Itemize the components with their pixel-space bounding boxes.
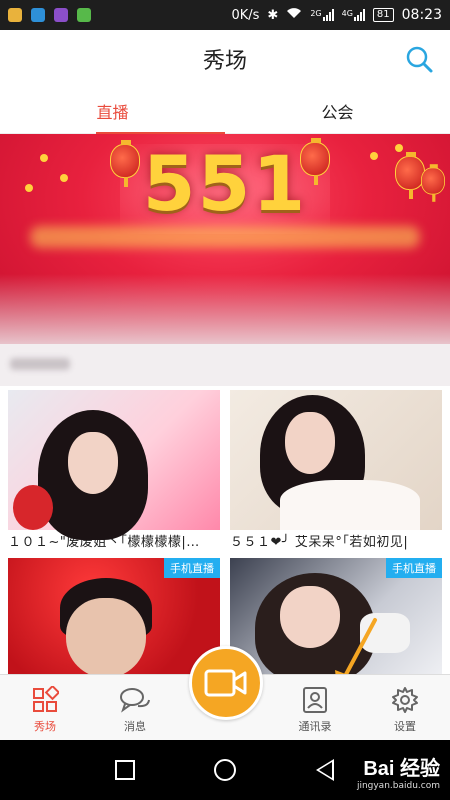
live-room-card[interactable]: １０１~"废废姐丶｢檬檬檬檬|… — [8, 390, 220, 556]
nav-label: 设置 — [394, 720, 416, 733]
nav-item-showroom[interactable]: 秀场 — [0, 675, 90, 740]
home-button[interactable] — [214, 759, 236, 781]
section-title-blurred — [10, 358, 70, 370]
room-title: ５５１❤╯ 艾呆呆°｢若如初见| — [230, 530, 442, 556]
title-bar: 秀场 — [0, 30, 450, 88]
tab-label: 直播 — [96, 102, 129, 122]
watermark-logo: Bai 经验 — [363, 758, 440, 780]
room-thumbnail — [8, 390, 220, 540]
live-room-card[interactable]: ５５１❤╯ 艾呆呆°｢若如初见| — [230, 390, 442, 556]
bluetooth-icon: ✱ — [267, 7, 279, 23]
tab-live[interactable]: 直播 — [0, 88, 225, 134]
clock: 08:23 — [401, 7, 442, 23]
nav-item-messages[interactable]: 消息 — [90, 675, 180, 740]
banner-headline: 551 — [142, 139, 308, 228]
tab-guild[interactable]: 公会 — [225, 88, 450, 133]
promo-banner[interactable]: 551 — [0, 134, 450, 344]
search-icon — [406, 46, 433, 73]
chat-bubbles-icon — [120, 688, 150, 713]
tab-label: 公会 — [321, 102, 354, 122]
start-live-button[interactable] — [189, 646, 263, 720]
recents-button[interactable] — [115, 760, 135, 780]
nav-label: 秀场 — [34, 720, 56, 733]
signal-4g: 4G — [342, 9, 365, 21]
watermark: Bai 经验 jingyan.baidu.com — [357, 752, 440, 791]
banner-subtitle-blurred — [30, 226, 420, 248]
mobile-live-badge: 手机直播 — [386, 558, 442, 578]
app-notification-icon — [31, 8, 45, 22]
room-thumbnail: 手机直播 — [8, 558, 220, 674]
wifi-icon — [286, 7, 302, 23]
section-header — [0, 344, 450, 386]
app-notification-icon — [54, 8, 68, 22]
nav-label: 通讯录 — [298, 720, 332, 733]
banner-fade — [0, 274, 450, 344]
nav-item-settings[interactable]: 设置 — [360, 675, 450, 740]
contact-card-icon — [303, 687, 327, 713]
nav-label: 消息 — [124, 720, 146, 733]
watermark-url: jingyan.baidu.com — [356, 781, 440, 791]
mobile-live-badge: 手机直播 — [164, 558, 220, 578]
back-button[interactable] — [316, 759, 334, 781]
app-notification-icon — [77, 8, 91, 22]
network-speed: 0K/s — [231, 7, 260, 23]
network-label: 2G — [310, 9, 322, 18]
search-button[interactable] — [404, 44, 434, 74]
page-title: 秀场 — [202, 49, 247, 74]
room-thumbnail — [230, 390, 442, 530]
gear-icon — [392, 687, 418, 713]
battery-icon: 81 — [372, 8, 394, 22]
app-notification-icon — [8, 8, 22, 22]
grid-diamond-icon — [33, 686, 59, 712]
signal-icon — [322, 9, 334, 21]
notification-icons — [8, 8, 91, 22]
network-label: 4G — [341, 9, 353, 18]
live-room-card[interactable]: 手机直播 — [8, 558, 220, 674]
nav-item-contacts[interactable]: 通讯录 — [270, 675, 360, 740]
status-bar: 0K/s ✱ 2G 4G 81 08:23 — [0, 0, 450, 30]
tab-bar: 直播 公会 — [0, 88, 450, 134]
signal-icon — [353, 9, 365, 21]
signal-2g: 2G — [310, 9, 334, 21]
video-camera-icon — [204, 669, 247, 697]
